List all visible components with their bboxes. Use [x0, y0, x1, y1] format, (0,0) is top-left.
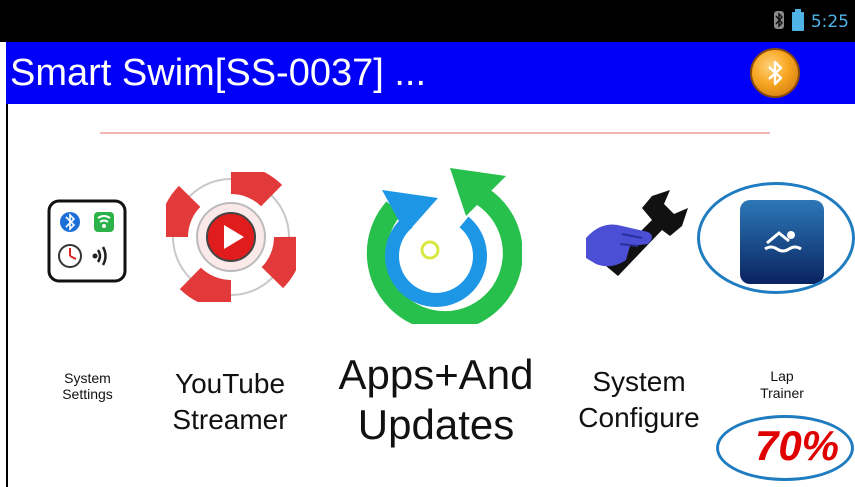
lap-trainer-highlight-ring [697, 182, 855, 294]
status-bar: 5:25 [0, 0, 855, 42]
system-configure-app-button[interactable] [582, 186, 692, 290]
system-settings-app-button[interactable] [46, 198, 128, 288]
lap-trainer-label: Lap Trainer [760, 368, 804, 401]
system-settings-label: System Settings [62, 370, 113, 402]
youtube-streamer-app-button[interactable] [158, 164, 304, 310]
refresh-arrows-icon [366, 168, 523, 332]
wrench-hand-icon [586, 190, 688, 276]
youtube-streamer-label: YouTube Streamer [172, 368, 288, 435]
percent-annotation: 70% [754, 422, 840, 469]
battery-icon [791, 9, 805, 35]
app-title: Smart Swim[SS-0037] ... [10, 52, 427, 94]
bluetooth-orange-icon [768, 60, 783, 86]
system-settings-icon [47, 199, 127, 283]
bluetooth-status-icon [773, 10, 785, 34]
frame-edge [6, 104, 8, 487]
apps-updates-label: Apps+And Updates [338, 351, 534, 448]
bluetooth-button[interactable] [750, 48, 800, 98]
status-icons: 5:25 [773, 9, 849, 35]
lifebuoy-play-icon [158, 164, 304, 310]
status-clock: 5:25 [810, 12, 849, 32]
system-configure-label: System Configure [578, 366, 700, 433]
app-title-bar: Smart Swim[SS-0037] ... [6, 42, 855, 104]
apps-updates-app-button[interactable] [346, 164, 523, 332]
divider-line [100, 132, 770, 134]
